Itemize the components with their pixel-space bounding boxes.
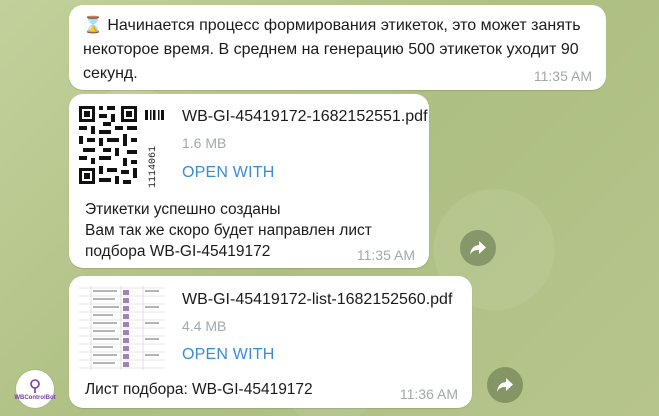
message-text: Лист подбора: WB-GI-45419172: [85, 381, 313, 398]
pdf-thumbnail-qr[interactable]: 1114061: [77, 102, 167, 192]
pin-icon: [30, 378, 40, 393]
file-name[interactable]: WB-GI-45419172-list-1682152560.pdf: [182, 291, 452, 309]
message-time: 11:36 AM: [399, 386, 458, 402]
share-button[interactable]: [487, 367, 523, 403]
hourglass-icon: ⌛: [83, 17, 103, 34]
pdf-thumbnail-list[interactable]: [77, 282, 167, 372]
forward-arrow-icon: [470, 241, 486, 255]
message-bubble-file: WB-GI-45419172-list-1682152560.pdf 4.4 M…: [69, 276, 472, 408]
message-body: Начинается процесс формирования этикеток…: [83, 17, 581, 82]
message-bubble-file: 1114061 WB-GI-45419172-1682152551.pdf 1.…: [69, 94, 429, 268]
message-time: 11:35 AM: [356, 247, 415, 263]
qr-code-icon: 1114061: [77, 102, 167, 192]
bot-avatar-label: WBControlBot: [14, 394, 56, 401]
bot-avatar[interactable]: WBControlBot: [14, 370, 56, 408]
open-with-button[interactable]: OPEN WITH: [182, 346, 274, 364]
file-size: 4.4 MB: [182, 318, 227, 334]
file-name[interactable]: WB-GI-45419172-1682152551.pdf: [182, 108, 428, 126]
document-preview-icon: [77, 282, 167, 372]
message-text: ⌛ Начинается процесс формирования этикет…: [83, 14, 588, 86]
barcode-number: 1114061: [148, 146, 159, 188]
open-with-button[interactable]: OPEN WITH: [182, 164, 274, 182]
message-time: 11:35 AM: [533, 68, 592, 84]
share-button[interactable]: [460, 230, 496, 266]
forward-arrow-icon: [497, 378, 513, 392]
message-line: Этикетки успешно созданы: [85, 201, 281, 218]
message-line: Вам так же скоро будет направлен лист: [85, 222, 372, 239]
file-size: 1.6 MB: [182, 135, 227, 151]
message-bubble-info: ⌛ Начинается процесс формирования этикет…: [69, 5, 606, 90]
